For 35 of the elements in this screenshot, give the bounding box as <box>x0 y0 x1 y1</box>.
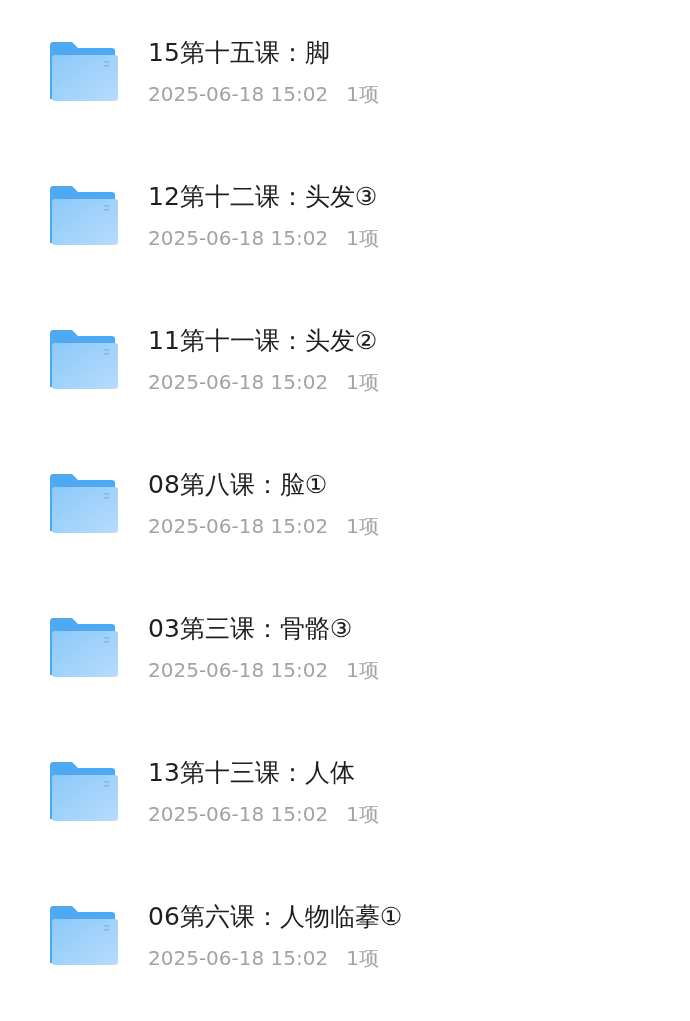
folder-row[interactable]: 06第六课：人物临摹① 2025-06-18 15:02 1项 <box>0 864 690 1008</box>
folder-name: 06第六课：人物临摹① <box>148 902 403 932</box>
folder-row[interactable]: 13第十三课：人体 2025-06-18 15:02 1项 <box>0 720 690 864</box>
folder-icon <box>48 329 118 391</box>
folder-row[interactable]: 11第十一课：头发② 2025-06-18 15:02 1项 <box>0 288 690 432</box>
modified-date: 2025-06-18 15:02 <box>148 370 329 394</box>
folder-icon <box>48 761 118 823</box>
item-count: 1项 <box>346 946 379 970</box>
item-count: 1项 <box>346 514 379 538</box>
modified-date: 2025-06-18 15:02 <box>148 658 329 682</box>
folder-icon <box>48 185 118 247</box>
folder-icon <box>48 473 118 535</box>
folder-name: 15第十五课：脚 <box>148 38 331 68</box>
folder-name: 08第八课：脸① <box>148 470 329 500</box>
folder-row[interactable]: 03第三课：骨骼③ 2025-06-18 15:02 1项 <box>0 576 690 720</box>
folder-icon <box>48 41 118 103</box>
folder-row[interactable]: 15第十五课：脚 2025-06-18 15:02 1项 <box>0 0 690 144</box>
folder-name: 03第三课：骨骼③ <box>148 614 354 644</box>
item-count: 1项 <box>346 82 379 106</box>
modified-date: 2025-06-18 15:02 <box>148 82 329 106</box>
folder-name: 12第十二课：头发③ <box>148 182 379 212</box>
folder-icon <box>48 905 118 967</box>
item-count: 1项 <box>346 658 379 682</box>
folder-icon <box>48 617 118 679</box>
modified-date: 2025-06-18 15:02 <box>148 226 329 250</box>
folder-name: 13第十三课：人体 <box>148 758 356 788</box>
modified-date: 2025-06-18 15:02 <box>148 946 329 970</box>
modified-date: 2025-06-18 15:02 <box>148 802 329 826</box>
modified-date: 2025-06-18 15:02 <box>148 514 329 538</box>
item-count: 1项 <box>346 802 379 826</box>
folder-row[interactable]: 08第八课：脸① 2025-06-18 15:02 1项 <box>0 432 690 576</box>
item-count: 1项 <box>346 370 379 394</box>
folder-row[interactable]: 12第十二课：头发③ 2025-06-18 15:02 1项 <box>0 144 690 288</box>
folder-name: 11第十一课：头发② <box>148 326 379 356</box>
item-count: 1项 <box>346 226 379 250</box>
